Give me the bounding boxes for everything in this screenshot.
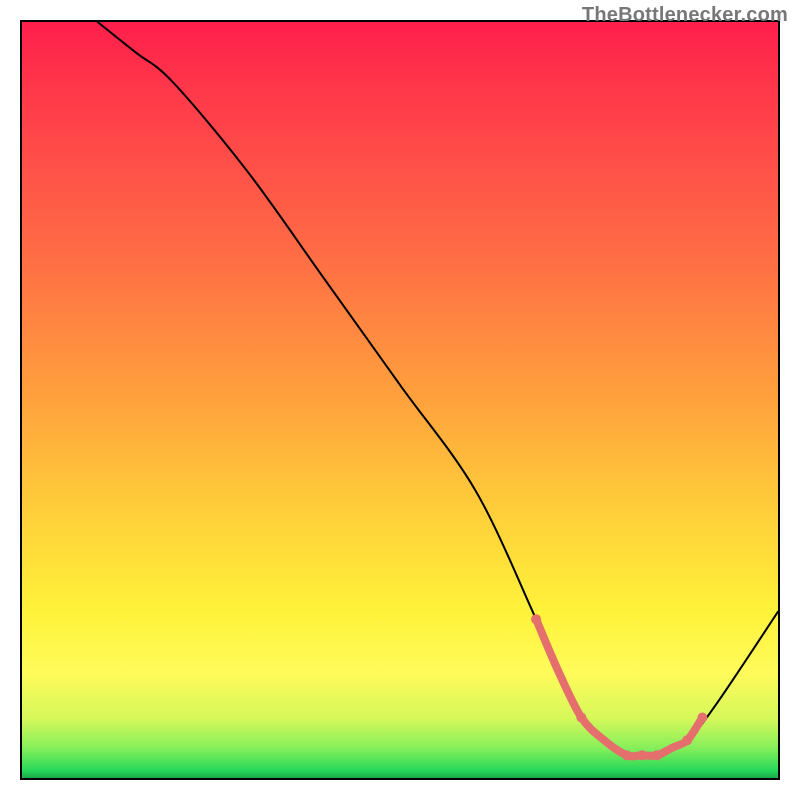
bottleneck-curve	[98, 22, 778, 757]
plot-area	[20, 20, 780, 780]
chart-stage: TheBottlenecker.com	[0, 0, 800, 800]
curve-layer	[22, 22, 778, 778]
watermark-text: TheBottlenecker.com	[582, 4, 788, 27]
optimal-range-highlight	[531, 614, 707, 760]
